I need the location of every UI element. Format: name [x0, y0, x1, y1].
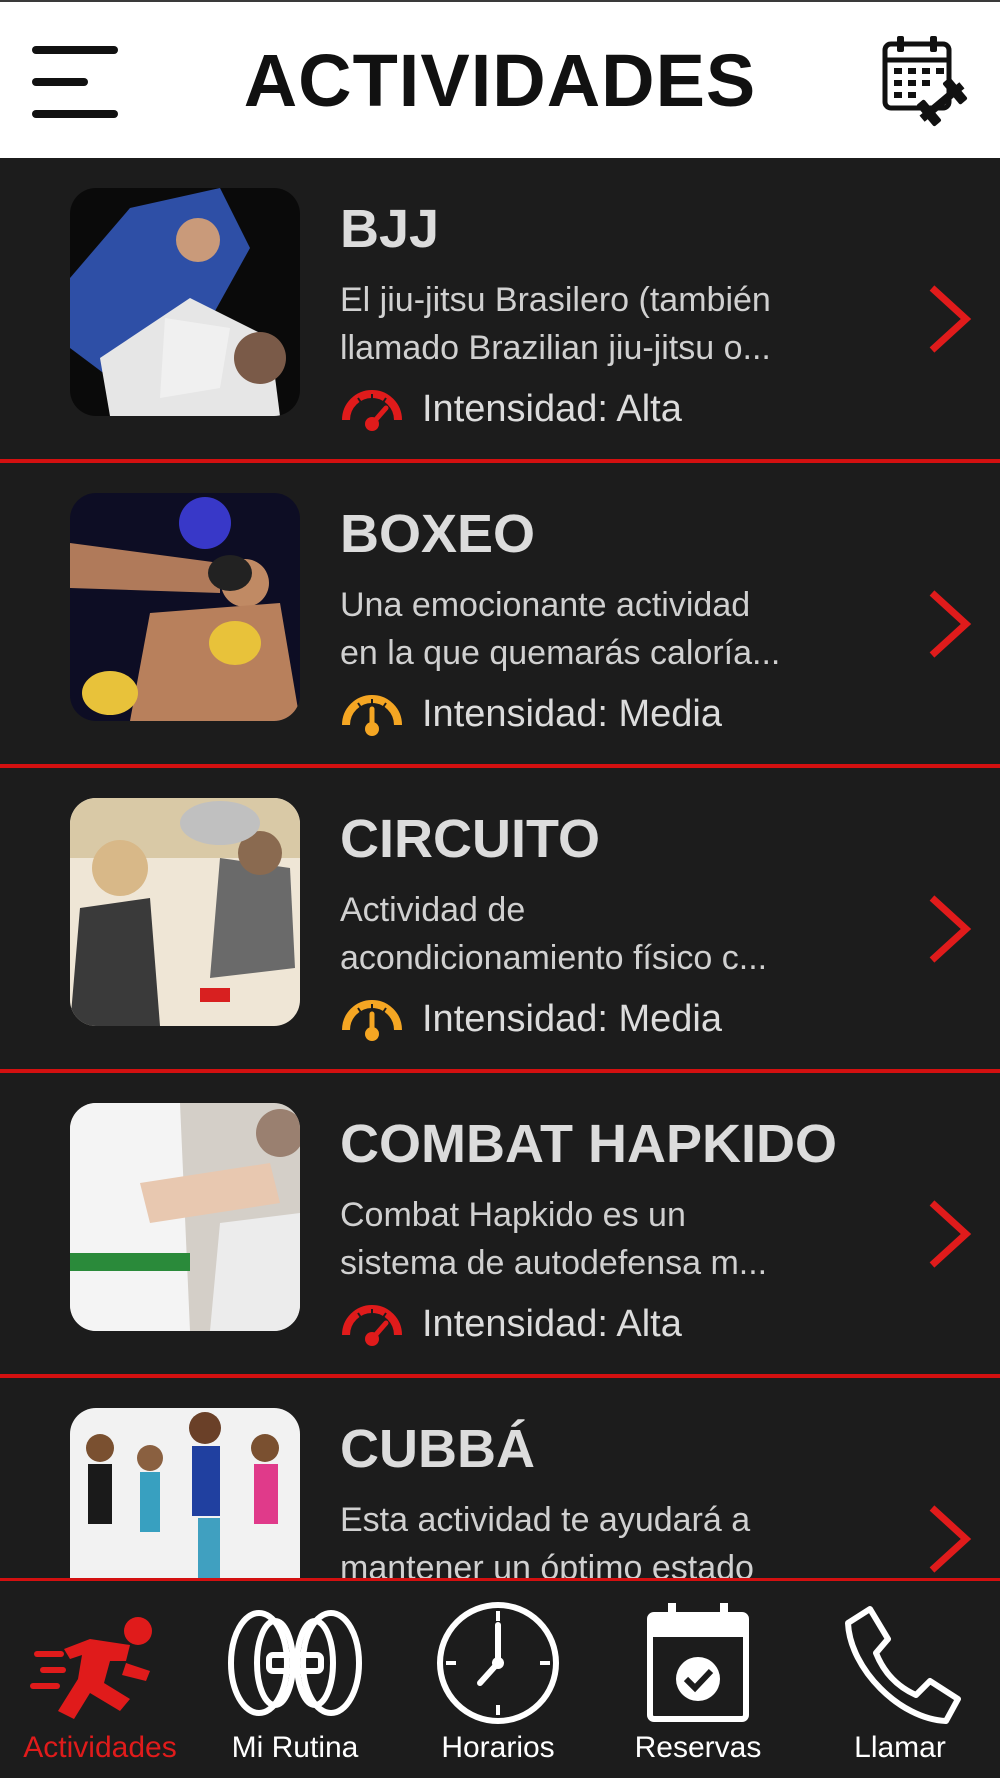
nav-horarios[interactable]: Horarios: [398, 1581, 598, 1778]
nav-reservas[interactable]: Reservas: [598, 1581, 798, 1778]
activity-description-line: sistema de autodefensa m...: [340, 1244, 768, 1282]
chevron-right-icon[interactable]: [926, 1197, 974, 1271]
bottom-navigation: Actividades Mi Rutina Horarios Reservas …: [0, 1578, 1000, 1778]
activity-card-circuito[interactable]: CIRCUITO Actividad de acondicionamiento …: [0, 768, 1000, 1073]
activity-description-line: acondicionamiento físico c...: [340, 939, 768, 977]
activity-description-line: El jiu-jitsu Brasilero (también: [340, 281, 771, 319]
activity-description-line: en la que quemarás caloría...: [340, 634, 781, 672]
activity-description-line: Esta actividad te ayudará a: [340, 1501, 751, 1539]
intensity-label: Intensidad: Alta: [422, 388, 682, 430]
calendar-check-icon: [647, 1603, 749, 1722]
activity-thumbnail: [70, 188, 300, 416]
nav-llamar[interactable]: Llamar: [800, 1581, 1000, 1778]
intensity-label: Intensidad: Media: [422, 998, 722, 1040]
activity-card-bjj[interactable]: BJJ El jiu-jitsu Brasilero (también llam…: [0, 158, 1000, 463]
app-header: ACTIVIDADES: [0, 0, 1000, 158]
running-person-icon: [30, 1617, 152, 1719]
activity-description: Combat Hapkido es un sistema de autodefe…: [340, 1191, 860, 1287]
activity-thumbnail: [70, 1408, 300, 1578]
intensity-label: Intensidad: Media: [422, 693, 722, 735]
intensity-label: Intensidad: Alta: [422, 1303, 682, 1345]
activity-thumbnail: [70, 493, 300, 721]
chevron-right-icon[interactable]: [926, 282, 974, 356]
activity-description-line: Una emocionante actividad: [340, 586, 751, 624]
nav-label: Horarios: [441, 1731, 555, 1764]
gauge-high-icon: [342, 390, 402, 431]
activity-description: Actividad de acondicionamiento físico c.…: [340, 886, 860, 982]
activity-card-cubba[interactable]: CUBBÁ Esta actividad te ayudará a manten…: [0, 1378, 1000, 1578]
activity-list[interactable]: BJJ El jiu-jitsu Brasilero (también llam…: [0, 158, 1000, 1578]
clock-icon: [437, 1602, 559, 1724]
nav-label: Mi Rutina: [231, 1731, 359, 1764]
activity-description-line: Actividad de: [340, 891, 526, 929]
gauge-high-icon: [342, 1305, 402, 1346]
activity-title: CUBBÁ: [340, 1419, 535, 1479]
nav-label: Reservas: [634, 1731, 762, 1764]
activity-description: Una emocionante actividad en la que quem…: [340, 581, 860, 677]
activity-description-line: llamado Brazilian jiu-jitsu o...: [340, 329, 771, 367]
nav-label: Llamar: [854, 1731, 946, 1764]
calendar-dumbbell-icon[interactable]: [880, 32, 970, 132]
activity-description: Esta actividad te ayudará a mantener un …: [340, 1496, 860, 1578]
gauge-medium-icon: [342, 1000, 402, 1041]
page-title: ACTIVIDADES: [243, 39, 757, 122]
nav-actividades[interactable]: Actividades: [0, 1581, 200, 1778]
chevron-right-icon[interactable]: [926, 1502, 974, 1576]
gauge-medium-icon: [342, 695, 402, 736]
activity-description: El jiu-jitsu Brasilero (también llamado …: [340, 276, 860, 372]
chevron-right-icon[interactable]: [926, 892, 974, 966]
activity-description-line: Combat Hapkido es un: [340, 1196, 686, 1234]
activity-description-line: mantener un óptimo estado: [340, 1549, 754, 1578]
weight-plates-icon: [228, 1610, 362, 1716]
nav-mi-rutina[interactable]: Mi Rutina: [195, 1581, 395, 1778]
activity-title: BOXEO: [340, 504, 536, 564]
phone-icon: [845, 1606, 961, 1724]
activity-thumbnail: [70, 1103, 300, 1331]
activity-title: COMBAT HAPKIDO: [340, 1114, 837, 1174]
activity-card-combat-hapkido[interactable]: COMBAT HAPKIDO Combat Hapkido es un sist…: [0, 1073, 1000, 1378]
hamburger-menu-icon[interactable]: [30, 42, 122, 120]
chevron-right-icon[interactable]: [926, 587, 974, 661]
activity-title: BJJ: [340, 199, 440, 259]
nav-label: Actividades: [23, 1731, 177, 1764]
activity-thumbnail: [70, 798, 300, 1026]
activity-card-boxeo[interactable]: BOXEO Una emocionante actividad en la qu…: [0, 463, 1000, 768]
activity-title: CIRCUITO: [340, 809, 601, 869]
